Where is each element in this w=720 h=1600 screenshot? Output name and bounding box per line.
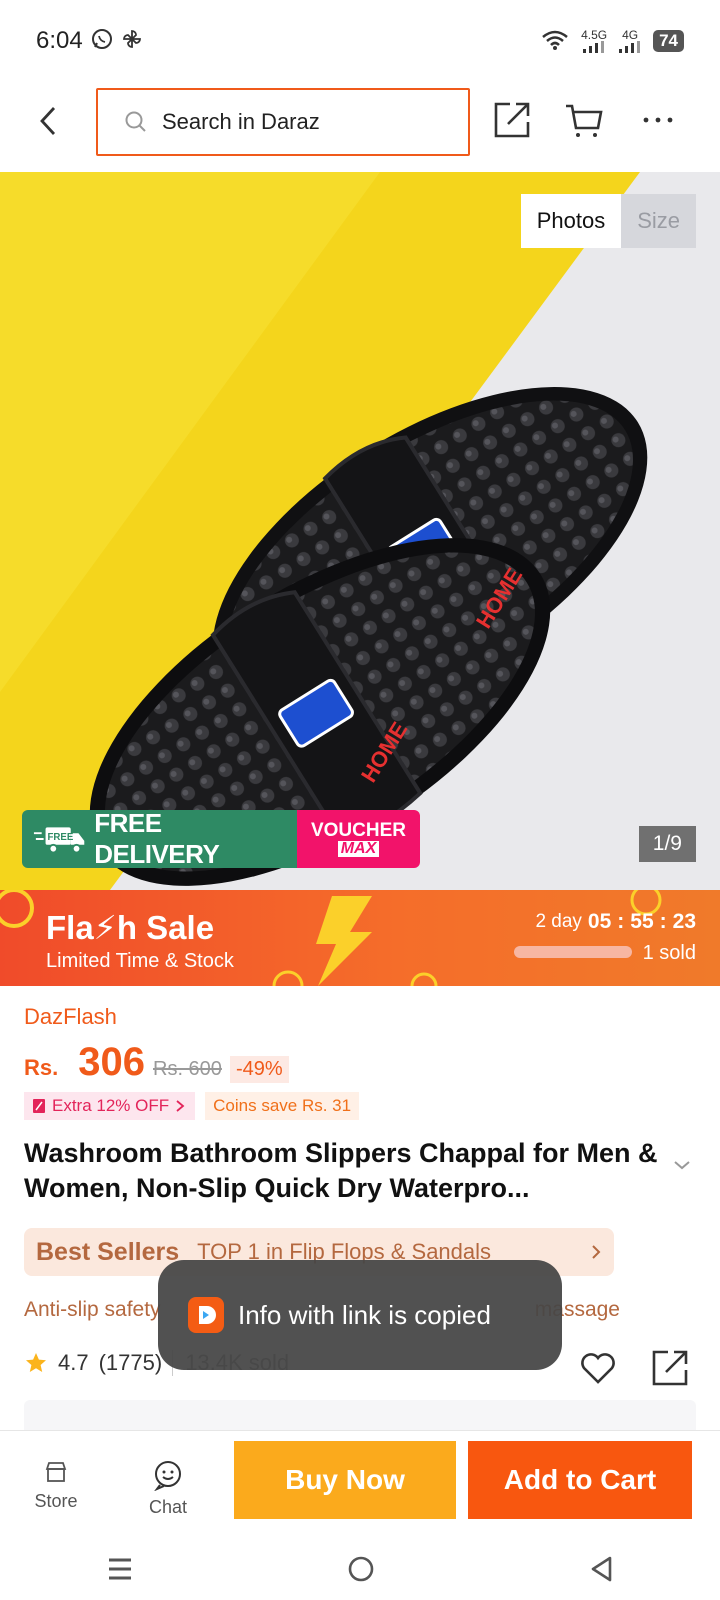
cart-icon xyxy=(566,104,603,137)
tab-photos[interactable]: Photos xyxy=(520,194,622,248)
back-triangle-icon xyxy=(591,1556,611,1581)
product-photo: HOME HOME xyxy=(0,172,720,890)
star-icon xyxy=(26,1353,46,1372)
heart-icon xyxy=(581,1353,615,1384)
extra-off-tag[interactable]: Extra 12% OFF xyxy=(24,1092,196,1120)
sold-progress-bar xyxy=(514,946,632,958)
brand-label: DazFlash xyxy=(24,1004,117,1029)
back-arrow-icon xyxy=(40,107,56,135)
share-button[interactable] xyxy=(490,98,534,142)
bottom-action-bar: Store Chat Buy Now Add to Cart xyxy=(0,1430,720,1540)
voucher-icon xyxy=(33,1099,45,1113)
wifi-icon xyxy=(541,29,569,54)
back-nav-button[interactable] xyxy=(588,1555,614,1588)
countdown-seconds: 23 xyxy=(672,910,696,933)
promo-banner[interactable]: FREE FREE DELIVERY VOUCHER MAX xyxy=(22,810,420,868)
expand-title-button[interactable] xyxy=(672,1158,692,1176)
price-row: Rs. 306 Rs. 600 -49% xyxy=(24,1040,289,1085)
recent-apps-button[interactable] xyxy=(106,1556,134,1587)
chat-button[interactable]: Chat xyxy=(128,1459,208,1518)
product-title: Washroom Bathroom Slippers Chappal for M… xyxy=(24,1138,658,1203)
daraz-app-icon xyxy=(188,1297,224,1333)
extra-off-label: Extra 12% OFF xyxy=(52,1096,170,1115)
buy-now-button[interactable]: Buy Now xyxy=(234,1441,456,1519)
countdown-days: 2 day xyxy=(535,911,582,932)
flash-sale-title: Fla⚡h Sale xyxy=(46,909,215,946)
delivery-truck-icon: FREE xyxy=(33,827,85,854)
tab-size[interactable]: Size xyxy=(621,194,696,248)
wishlist-button[interactable] xyxy=(578,1348,618,1393)
pinwheel-icon xyxy=(121,28,143,55)
share-icon xyxy=(652,1350,688,1386)
whatsapp-icon xyxy=(91,28,113,55)
signal-icon-2: 4G xyxy=(619,29,641,53)
more-options-button[interactable] xyxy=(636,98,680,142)
search-icon xyxy=(125,111,146,132)
home-button[interactable] xyxy=(347,1555,375,1588)
battery-indicator: 74 xyxy=(653,30,684,52)
price-currency: Rs. xyxy=(24,1055,59,1080)
rating-count: (1775) xyxy=(98,1350,163,1375)
price-value: 306 xyxy=(78,1040,145,1084)
countdown-minutes: 55 xyxy=(630,910,654,933)
system-nav-bar xyxy=(0,1542,720,1600)
status-bar: 6:04 4.5G 4G 74 xyxy=(0,0,720,82)
store-button[interactable]: Store xyxy=(16,1459,96,1512)
coins-save-tag: Coins save Rs. 31 xyxy=(205,1092,360,1120)
search-placeholder: Search in Daraz xyxy=(162,109,320,134)
countdown-hours: 05 xyxy=(587,910,612,933)
product-image-carousel[interactable]: HOME HOME Photos Size FREE FREE DELIVERY… xyxy=(0,172,720,890)
toast-notification: Info with link is copied xyxy=(158,1260,562,1370)
menu-icon xyxy=(109,1558,132,1579)
free-badge-text: FREE xyxy=(47,832,73,843)
voucher-label: VOUCHER xyxy=(310,820,406,841)
rating-value: 4.7 xyxy=(58,1350,89,1375)
flash-sale-banner[interactable]: Fla⚡h Sale Limited Time & Stock 2 day 05… xyxy=(0,890,720,986)
original-price: Rs. 600 xyxy=(153,1058,222,1080)
free-delivery-label: FREE DELIVERY xyxy=(94,810,220,868)
share-product-button[interactable] xyxy=(650,1348,690,1393)
top-bar: Search in Daraz xyxy=(0,86,720,156)
add-to-cart-button[interactable]: Add to Cart xyxy=(468,1441,692,1519)
home-circle-icon xyxy=(348,1556,374,1581)
chevron-right-icon xyxy=(176,1100,185,1112)
share-icon xyxy=(494,102,530,138)
flash-sold-count: 1 sold xyxy=(642,942,696,964)
back-button[interactable] xyxy=(24,97,72,145)
store-label: Store xyxy=(34,1491,78,1511)
network-type-2: 4G xyxy=(622,28,639,42)
chat-label: Chat xyxy=(148,1497,188,1517)
feature-anti-slip: Anti-slip safety xyxy=(24,1298,161,1321)
network-type-1: 4.5G xyxy=(581,28,608,42)
chevron-right-icon xyxy=(592,1245,601,1259)
flash-sale-countdown: 2 day 05: 55: 23 xyxy=(535,910,696,933)
voucher-max-badge: VOUCHER MAX xyxy=(297,810,420,868)
search-input[interactable]: Search in Daraz xyxy=(96,88,470,156)
flash-sale-subtitle: Limited Time & Stock xyxy=(46,950,234,972)
best-sellers-label: Best Sellers xyxy=(36,1237,180,1266)
store-icon xyxy=(45,1462,67,1482)
max-label: MAX xyxy=(337,841,380,857)
signal-icon: 4.5G xyxy=(581,29,607,53)
chat-icon xyxy=(154,1461,181,1491)
media-tabs: Photos Size xyxy=(520,194,696,248)
more-icon xyxy=(643,117,673,123)
image-counter: 1/9 xyxy=(638,826,696,862)
toast-message: Info with link is copied xyxy=(238,1299,491,1330)
chevron-down-icon xyxy=(674,1161,690,1170)
free-delivery-badge: FREE FREE DELIVERY xyxy=(22,810,297,868)
cart-button[interactable] xyxy=(562,98,606,142)
promo-tags: Extra 12% OFF Coins save Rs. 31 xyxy=(24,1092,360,1120)
discount-badge: -49% xyxy=(229,1056,289,1083)
status-time: 6:04 xyxy=(36,27,83,54)
